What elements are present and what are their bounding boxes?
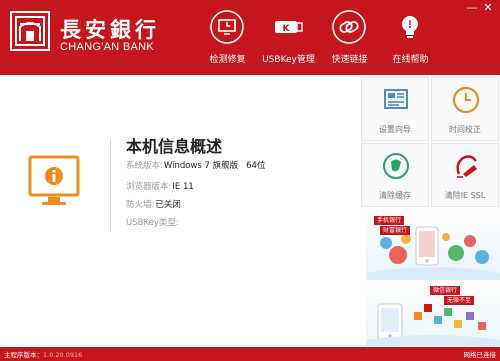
clear-cache-icon [379,149,413,183]
firewall-label: 防火墙: [126,200,155,210]
computer-info-icon [28,155,80,215]
firewall-value: 已关闭 [155,200,181,210]
os-version-label: 系统版本: [126,161,163,171]
status-bar: 主程序版本：1.0.20.0916 网络已连接 [0,347,500,361]
nav-online-help[interactable]: 在线帮助 [383,0,438,75]
info-title: 本机信息概述 [126,137,223,156]
version-info: 主程序版本：1.0.20.0916 [4,349,82,359]
top-nav: 检测修复 K USBKey管理 快速链接 在线帮助 [200,0,444,75]
network-status-label: 网络已连接 [463,351,497,359]
nav-label: 在线帮助 [392,55,429,65]
clock-icon [449,83,483,117]
app-window: 長安銀行 CHANG'AN BANK 检测修复 K USBKey管理 快速链接 … [0,0,500,361]
clear-ssl-icon [449,149,483,183]
wechat-banking-banner[interactable]: 微信银行 无微不至 [366,282,500,346]
bank-name-en: CHANG'AN BANK [60,41,155,53]
clear-ie-ssl-button[interactable]: 清除IE SSL [431,143,499,207]
usbkey-type-row: USBKey类型: [126,216,180,228]
version-value: 1.0.20.0916 [43,351,83,359]
header-bar: 長安銀行 CHANG'AN BANK 检测修复 K USBKey管理 快速链接 … [0,0,500,75]
usb-key-icon: K [271,10,305,44]
nav-label: USBKey管理 [262,55,315,65]
monitor-check-icon [210,10,244,44]
minimize-button[interactable]: — [464,2,480,14]
svg-text:K: K [283,24,291,34]
settings-wizard-icon [379,83,413,117]
os-version-row: 系统版本:Windows 7 旗舰版 64位 [126,159,265,171]
browser-version-value: IE 11 [172,182,194,192]
link-icon [332,10,366,44]
info-divider [110,140,111,232]
browser-version-row: 浏览器版本:IE 11 [126,180,194,192]
mobile-banking-banner[interactable]: 手机银行 财富银行 [366,213,500,280]
lightbulb-icon [393,10,427,44]
nav-label: 快速链接 [331,55,368,65]
ad1-tag-primary: 手机银行 [374,216,405,225]
usbkey-type-label: USBKey类型: [126,218,179,228]
tool-label: 设置向导 [379,125,411,134]
nav-usbkey-manage[interactable]: K USBKey管理 [261,0,316,75]
bank-logo-mark-icon [10,11,50,51]
os-bits-value: 64位 [246,161,266,171]
browser-version-label: 浏览器版本: [126,182,172,192]
ad2-tag-primary: 微信银行 [430,286,461,295]
nav-label: 检测修复 [209,55,246,65]
tool-label: 时间校正 [449,125,481,134]
tools-panel: 设置向导 时间校正 清除缓存 清除IE SSL [361,77,500,208]
version-label: 主程序版本： [4,351,43,359]
os-version-value: Windows 7 旗舰版 [163,161,239,171]
tool-label: 清除IE SSL [444,191,486,200]
network-status: 网络已连接 [458,349,497,359]
firewall-row: 防火墙:已关闭 [126,198,181,210]
close-button[interactable]: ✕ [480,2,496,14]
ad2-tag-secondary: 无微不至 [444,296,475,305]
bank-name-cn: 長安銀行 [60,17,160,42]
setup-wizard-button[interactable]: 设置向导 [361,77,429,141]
bank-logo: 長安銀行 CHANG'AN BANK [10,11,200,61]
clear-cache-button[interactable]: 清除缓存 [361,143,429,207]
nav-detect-repair[interactable]: 检测修复 [200,0,255,75]
time-correction-button[interactable]: 时间校正 [431,77,499,141]
window-controls: — ✕ [464,2,496,14]
tool-label: 清除缓存 [379,191,411,200]
nav-quick-links[interactable]: 快速链接 [322,0,377,75]
ad1-tag-secondary: 财富银行 [380,226,411,235]
